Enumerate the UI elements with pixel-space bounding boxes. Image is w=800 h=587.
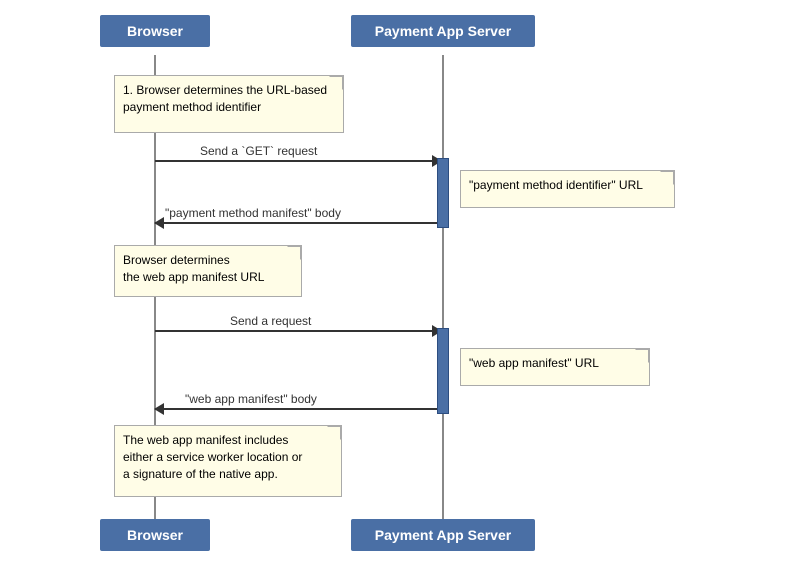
sequence-diagram: Browser Payment App Server Browser Payme… — [0, 0, 800, 587]
note-web-app-manifest-url-box: "web app manifest" URL — [460, 348, 650, 386]
arrow-payment-manifest-body — [155, 222, 437, 224]
note-payment-id-url: "payment method identifier" URL — [460, 170, 675, 208]
arrow-get-request-label: Send a `GET` request — [200, 144, 317, 158]
arrow-web-app-manifest-body-label: "web app manifest" body — [185, 392, 317, 406]
server-bottom-box: Payment App Server — [351, 519, 535, 551]
note-web-app-manifest-url: Browser determines the web app manifest … — [114, 245, 302, 297]
arrow-send-request-label: Send a request — [230, 314, 311, 328]
arrow-payment-manifest-label: "payment method manifest" body — [165, 206, 341, 220]
arrow-web-app-manifest-body — [155, 408, 437, 410]
note-web-app-manifest-desc: The web app manifest includes either a s… — [114, 425, 342, 497]
browser-bottom-box: Browser — [100, 519, 210, 551]
browser-top-box: Browser — [100, 15, 210, 47]
server-top-box: Payment App Server — [351, 15, 535, 47]
arrow-get-request — [155, 160, 441, 162]
note-step1: 1. Browser determines the URL-based paym… — [114, 75, 344, 133]
arrow-send-request — [155, 330, 441, 332]
server-activation-bar-1 — [437, 158, 449, 228]
server-lifeline — [442, 55, 444, 519]
server-activation-bar-2 — [437, 328, 449, 414]
